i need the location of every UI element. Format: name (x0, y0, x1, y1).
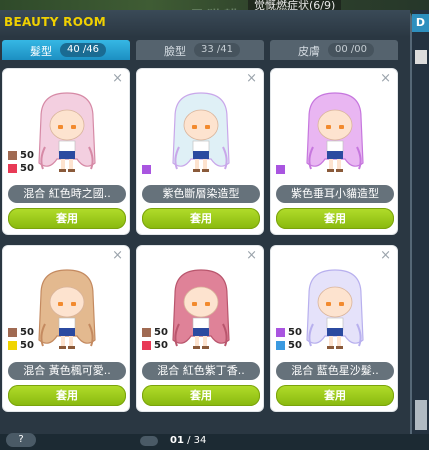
swatch-row: 50 (276, 326, 302, 338)
apply-button[interactable]: 套用 (142, 385, 260, 406)
tab-face[interactable]: 臉型 33 /41 (136, 40, 264, 60)
help-button[interactable]: ? (6, 433, 36, 447)
tab-skin-label: 皮膚 (298, 45, 320, 58)
swatch-ratio: 50 (20, 339, 34, 351)
swatch-row (142, 163, 154, 175)
apply-button[interactable]: 套用 (8, 385, 126, 406)
bottom-bar: ? 01 / 34 (0, 428, 410, 447)
tab-hair-count: 40 /46 (60, 43, 106, 57)
swatch-row: 50 (8, 162, 34, 174)
swatch-row: 50 (8, 149, 34, 161)
tab-skin[interactable]: 皮膚 00 /00 (270, 40, 398, 60)
pagination: 01 / 34 (140, 435, 260, 450)
swatch-ratio: 50 (288, 339, 302, 351)
color-swatches: 50 50 (8, 326, 34, 352)
character-preview (172, 92, 230, 172)
style-name: 混合 黃色楓可愛.. (8, 362, 126, 380)
tab-skin-count: 00 /00 (328, 43, 374, 57)
page-indicator: 01 / 34 (170, 435, 206, 446)
character-preview (306, 92, 364, 172)
color-swatches: 50 50 (276, 326, 302, 352)
swatch-ratio: 50 (154, 326, 168, 338)
close-icon[interactable]: × (112, 71, 123, 86)
color-swatch (8, 327, 17, 337)
color-swatch (142, 340, 151, 350)
close-icon[interactable]: × (246, 248, 257, 263)
color-swatches: 50 50 (142, 326, 168, 352)
side-panel: D (412, 10, 429, 434)
swatch-row: 50 (142, 339, 168, 351)
style-card[interactable]: × 紫色斷層染造型 套用 (136, 68, 264, 235)
swatch-ratio: 50 (20, 162, 34, 174)
apply-button[interactable]: 套用 (8, 208, 126, 229)
beauty-room-window: BEAUTY ROOM 髮型 40 /46 臉型 33 /41 皮膚 00 /0… (0, 10, 412, 447)
style-name: 紫色垂耳小貓造型 (276, 185, 394, 203)
tab-hair[interactable]: 髮型 40 /46 (2, 40, 130, 60)
character-preview (172, 269, 230, 349)
close-icon[interactable]: × (380, 71, 391, 86)
color-swatches (142, 163, 154, 176)
window-title: BEAUTY ROOM (4, 15, 106, 29)
style-card[interactable]: × 50 50 混合 藍色星沙髮.. 套用 (270, 245, 398, 412)
close-icon[interactable]: × (112, 248, 123, 263)
swatch-ratio: 50 (288, 326, 302, 338)
tab-hair-label: 髮型 (30, 45, 52, 58)
page-total: / 34 (187, 435, 207, 446)
swatch-row: 50 (276, 339, 302, 351)
apply-button[interactable]: 套用 (276, 208, 394, 229)
character-preview (38, 92, 96, 172)
color-swatch (8, 163, 17, 173)
swatch-ratio: 50 (20, 149, 34, 161)
character-preview (38, 269, 96, 349)
swatch-ratio: 50 (154, 339, 168, 351)
tab-face-label: 臉型 (164, 45, 186, 58)
swatch-row (276, 163, 288, 175)
color-swatch (8, 340, 17, 350)
apply-button[interactable]: 套用 (276, 385, 394, 406)
page-current: 01 (170, 435, 184, 446)
color-swatch (276, 327, 285, 337)
color-swatches: 50 50 (8, 149, 34, 175)
title-bar[interactable]: BEAUTY ROOM (0, 10, 410, 36)
style-name: 混合 紅色時之國.. (8, 185, 126, 203)
color-swatch (276, 164, 285, 174)
side-panel-slot (415, 50, 427, 64)
style-name: 紫色斷層染造型 (142, 185, 260, 203)
color-swatches (276, 163, 288, 176)
swatch-row: 50 (142, 326, 168, 338)
apply-button[interactable]: 套用 (142, 208, 260, 229)
swatch-row: 50 (8, 339, 34, 351)
side-panel-button[interactable]: D (412, 14, 429, 32)
side-panel-slot-bottom (415, 400, 427, 430)
style-name: 混合 紅色紫丁香.. (142, 362, 260, 380)
tab-face-count: 33 /41 (194, 43, 240, 57)
character-preview (306, 269, 364, 349)
prev-page-icon[interactable] (140, 436, 158, 446)
color-swatch (8, 150, 17, 160)
style-card[interactable]: × 50 50 混合 紅色紫丁香.. 套用 (136, 245, 264, 412)
style-card[interactable]: × 紫色垂耳小貓造型 套用 (270, 68, 398, 235)
style-card[interactable]: × 50 50 混合 紅色時之國.. 套用 (2, 68, 130, 235)
swatch-ratio: 50 (20, 326, 34, 338)
category-tabs: 髮型 40 /46 臉型 33 /41 皮膚 00 /00 (0, 40, 410, 62)
color-swatch (276, 340, 285, 350)
swatch-row: 50 (8, 326, 34, 338)
close-icon[interactable]: × (380, 248, 391, 263)
color-swatch (142, 327, 151, 337)
style-card[interactable]: × 50 50 混合 黃色楓可愛.. 套用 (2, 245, 130, 412)
style-name: 混合 藍色星沙髮.. (276, 362, 394, 380)
color-swatch (142, 164, 151, 174)
close-icon[interactable]: × (246, 71, 257, 86)
